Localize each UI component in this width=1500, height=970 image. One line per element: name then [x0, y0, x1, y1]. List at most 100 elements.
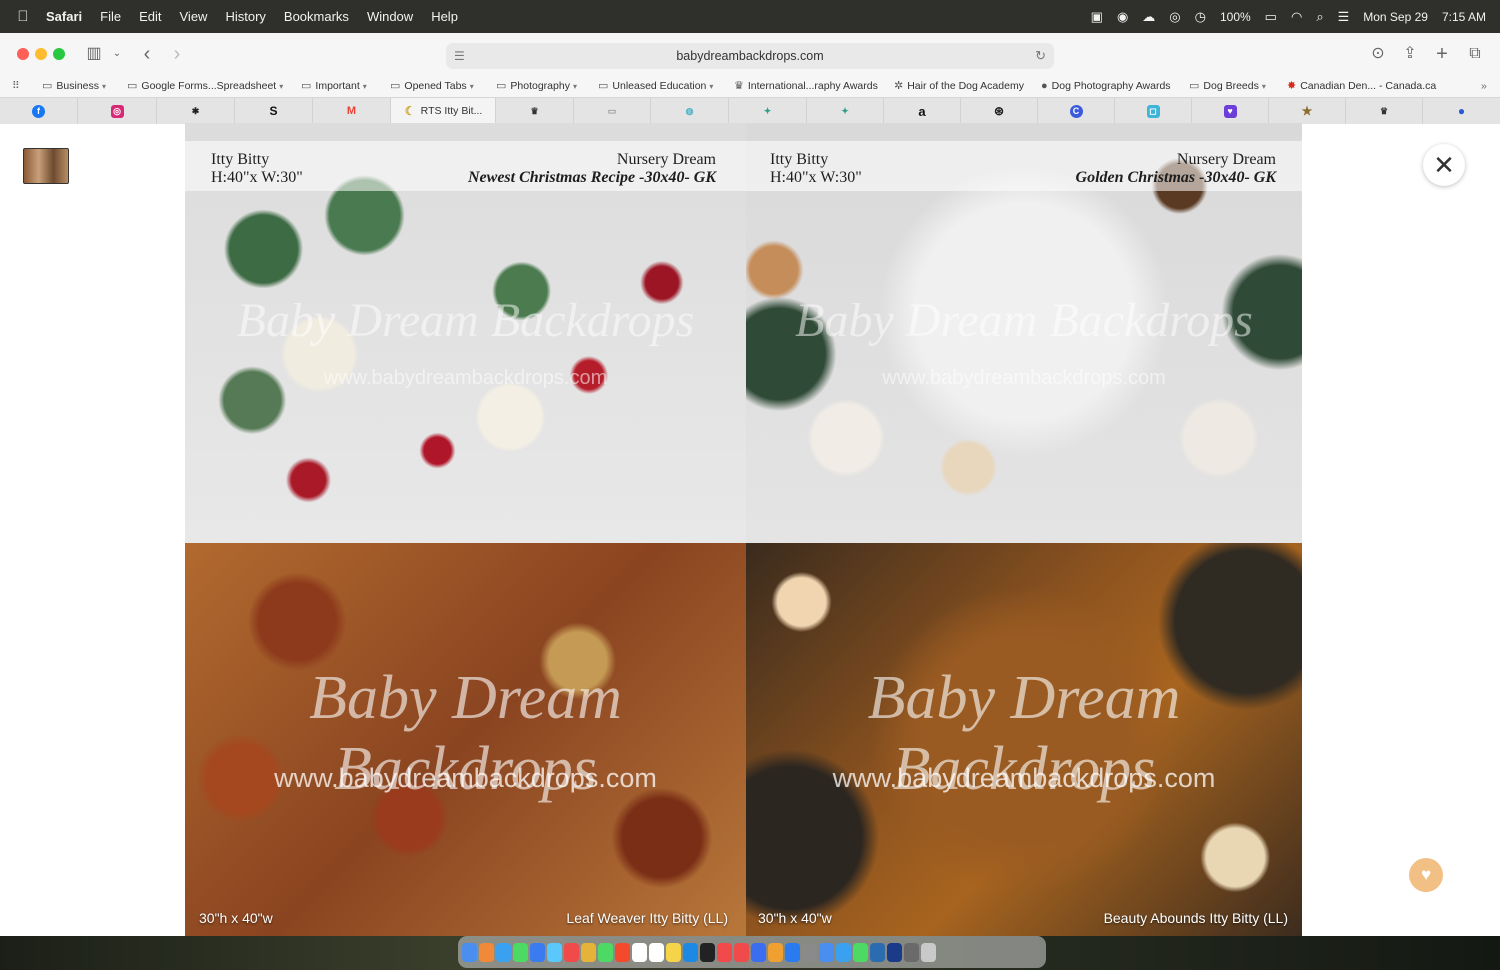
bookmark-canadian-dental[interactable]: ✸ Canadian Den... - Canada.ca [1287, 78, 1436, 94]
bookmark-important[interactable]: ▭ Important ▾ [301, 78, 367, 94]
tab-circle-logo[interactable]: ◍ [651, 98, 729, 124]
dock-app-icon[interactable] [615, 942, 630, 962]
dock-app-icon[interactable] [836, 942, 851, 962]
s-status-icon[interactable]: ◉ [1117, 9, 1128, 25]
menu-view[interactable]: View [180, 9, 208, 24]
bookmark-hair-of-the-dog[interactable]: ✲ Hair of the Dog Academy [894, 78, 1024, 94]
bookmark-international-awards[interactable]: ♛ International...raphy Awards [734, 78, 878, 94]
share-icon[interactable]: ⇪ [1400, 41, 1420, 67]
tab-instagram[interactable]: ◎ [78, 98, 157, 124]
dock-app-icon[interactable] [632, 942, 647, 962]
dock-app-icon[interactable] [717, 942, 732, 962]
address-bar[interactable]: ☰ babydreambackdrops.com ↻ [446, 43, 1054, 69]
app-status-icon[interactable]: ▣ [1091, 9, 1103, 25]
menu-file[interactable]: File [100, 9, 121, 24]
dock-app-icon[interactable] [768, 942, 783, 962]
dock-app-icon[interactable] [870, 942, 885, 962]
dock-app-icon[interactable] [581, 942, 596, 962]
spotlight-icon[interactable]: ⌕ [1316, 9, 1323, 25]
tab-paw[interactable]: ✱ [157, 98, 235, 124]
tab-amazon[interactable]: a [884, 98, 961, 124]
cloud-status-icon[interactable]: ☁ [1142, 9, 1155, 25]
dock-app-icon[interactable] [649, 942, 664, 962]
amazon-icon: a [918, 103, 926, 119]
tab-s-logo[interactable]: S [235, 98, 313, 124]
menu-history[interactable]: History [225, 9, 265, 24]
reload-icon[interactable]: ↻ [1035, 43, 1046, 69]
dock-app-icon[interactable] [547, 942, 562, 962]
bookmark-photography[interactable]: ▭ Photography ▾ [496, 78, 577, 94]
tab-heart-chat[interactable]: ♥ [1192, 98, 1269, 124]
back-icon[interactable]: ‹ [138, 41, 156, 67]
dock-app-icon[interactable] [683, 942, 698, 962]
close-viewer-button[interactable]: ✕ [1423, 144, 1465, 186]
dock-app-icon[interactable] [751, 942, 766, 962]
airdrop-icon[interactable]: ◎ [1169, 9, 1180, 25]
wifi-icon[interactable]: ◠ [1291, 9, 1302, 25]
zoom-window-button[interactable] [53, 48, 65, 60]
menu-edit[interactable]: Edit [139, 9, 161, 24]
dock-app-icon[interactable] [564, 942, 579, 962]
tab-trophy[interactable]: ♛ [496, 98, 574, 124]
forward-icon[interactable]: › [168, 41, 186, 67]
new-tab-icon[interactable]: + [1432, 41, 1452, 67]
menu-window[interactable]: Window [367, 9, 413, 24]
bookmark-dog-breeds[interactable]: ▭ Dog Breeds ▾ [1189, 78, 1266, 94]
dock-app-icon[interactable] [530, 942, 545, 962]
dock-app-icon[interactable] [785, 942, 800, 962]
dock-app-icon[interactable] [904, 942, 919, 962]
dock-app-icon[interactable] [819, 942, 834, 962]
tab-blue-orb[interactable]: ● [1423, 98, 1500, 124]
apps-grid-icon[interactable]: ⠿ [12, 78, 20, 94]
minimize-window-button[interactable] [35, 48, 47, 60]
apple-icon[interactable]:  [0, 8, 46, 25]
bookmark-google-forms[interactable]: ▭ Google Forms...Spreadsheet ▾ [127, 78, 283, 94]
tab-openai[interactable]: ⊛ [961, 98, 1038, 124]
sidebar-icon[interactable]: ▥ [84, 41, 104, 67]
page-menu-icon[interactable]: ☰ [454, 43, 465, 69]
control-center-icon[interactable]: ☰ [1338, 9, 1350, 25]
clock-icon[interactable]: ◷ [1195, 9, 1206, 25]
tab-gmail[interactable]: M [313, 98, 391, 124]
tab-frame[interactable]: ◻ [1115, 98, 1192, 124]
battery-icon[interactable]: ▭ [1265, 9, 1277, 25]
bookmark-opened-tabs[interactable]: ▭ Opened Tabs ▾ [390, 78, 474, 94]
frame-icon: ◻ [1146, 104, 1160, 118]
dock-app-icon[interactable] [479, 942, 494, 962]
tab-facebook[interactable]: f [0, 98, 78, 124]
tab-c-logo[interactable]: C [1038, 98, 1115, 124]
dock-app-icon[interactable] [802, 942, 817, 962]
tab-rts-itty-bitty[interactable]: ☾ RTS Itty Bit... [391, 98, 496, 124]
tab-overview-icon[interactable]: ⧉ [1464, 41, 1486, 67]
menu-bookmarks[interactable]: Bookmarks [284, 9, 349, 24]
menubar-date[interactable]: Mon Sep 29 [1363, 10, 1428, 24]
dock-app-icon[interactable] [853, 942, 868, 962]
menu-app-safari[interactable]: Safari [46, 9, 82, 24]
dock-app-icon[interactable] [462, 942, 477, 962]
tab-star[interactable]: ★ [1269, 98, 1346, 124]
dock-app-icon[interactable] [666, 942, 681, 962]
sidebar-menu-chevron-icon[interactable]: ⌄ [110, 41, 124, 67]
dock-app-icon[interactable] [921, 942, 936, 962]
dock-app-icon[interactable] [887, 942, 902, 962]
dock-app-icon[interactable] [598, 942, 613, 962]
downloads-icon[interactable]: ⊙ [1368, 41, 1388, 67]
menu-help[interactable]: Help [431, 9, 458, 24]
dock-app-icon[interactable] [700, 942, 715, 962]
backdrop-size: 30"h x 40"w [199, 910, 273, 926]
bookmark-business[interactable]: ▭ Business ▾ [42, 78, 106, 94]
bookmark-dog-photography-awards[interactable]: ● Dog Photography Awards [1041, 78, 1171, 94]
more-bookmarks-icon[interactable]: » [1481, 78, 1487, 94]
close-window-button[interactable] [17, 48, 29, 60]
favorite-button[interactable]: ♥ [1409, 858, 1443, 892]
tab-leaf-logo-2[interactable]: ✦ [807, 98, 884, 124]
menubar-time[interactable]: 7:15 AM [1442, 10, 1486, 24]
dock-app-icon[interactable] [513, 942, 528, 962]
tab-image[interactable]: ▭ [574, 98, 651, 124]
dock-app-icon[interactable] [734, 942, 749, 962]
tab-leaf-logo-1[interactable]: ✦ [729, 98, 807, 124]
tab-trophy-2[interactable]: ♛ [1346, 98, 1423, 124]
gallery-thumbnail[interactable] [23, 148, 69, 184]
bookmark-unleased-education[interactable]: ▭ Unleased Education ▾ [598, 78, 713, 94]
dock-app-icon[interactable] [496, 942, 511, 962]
